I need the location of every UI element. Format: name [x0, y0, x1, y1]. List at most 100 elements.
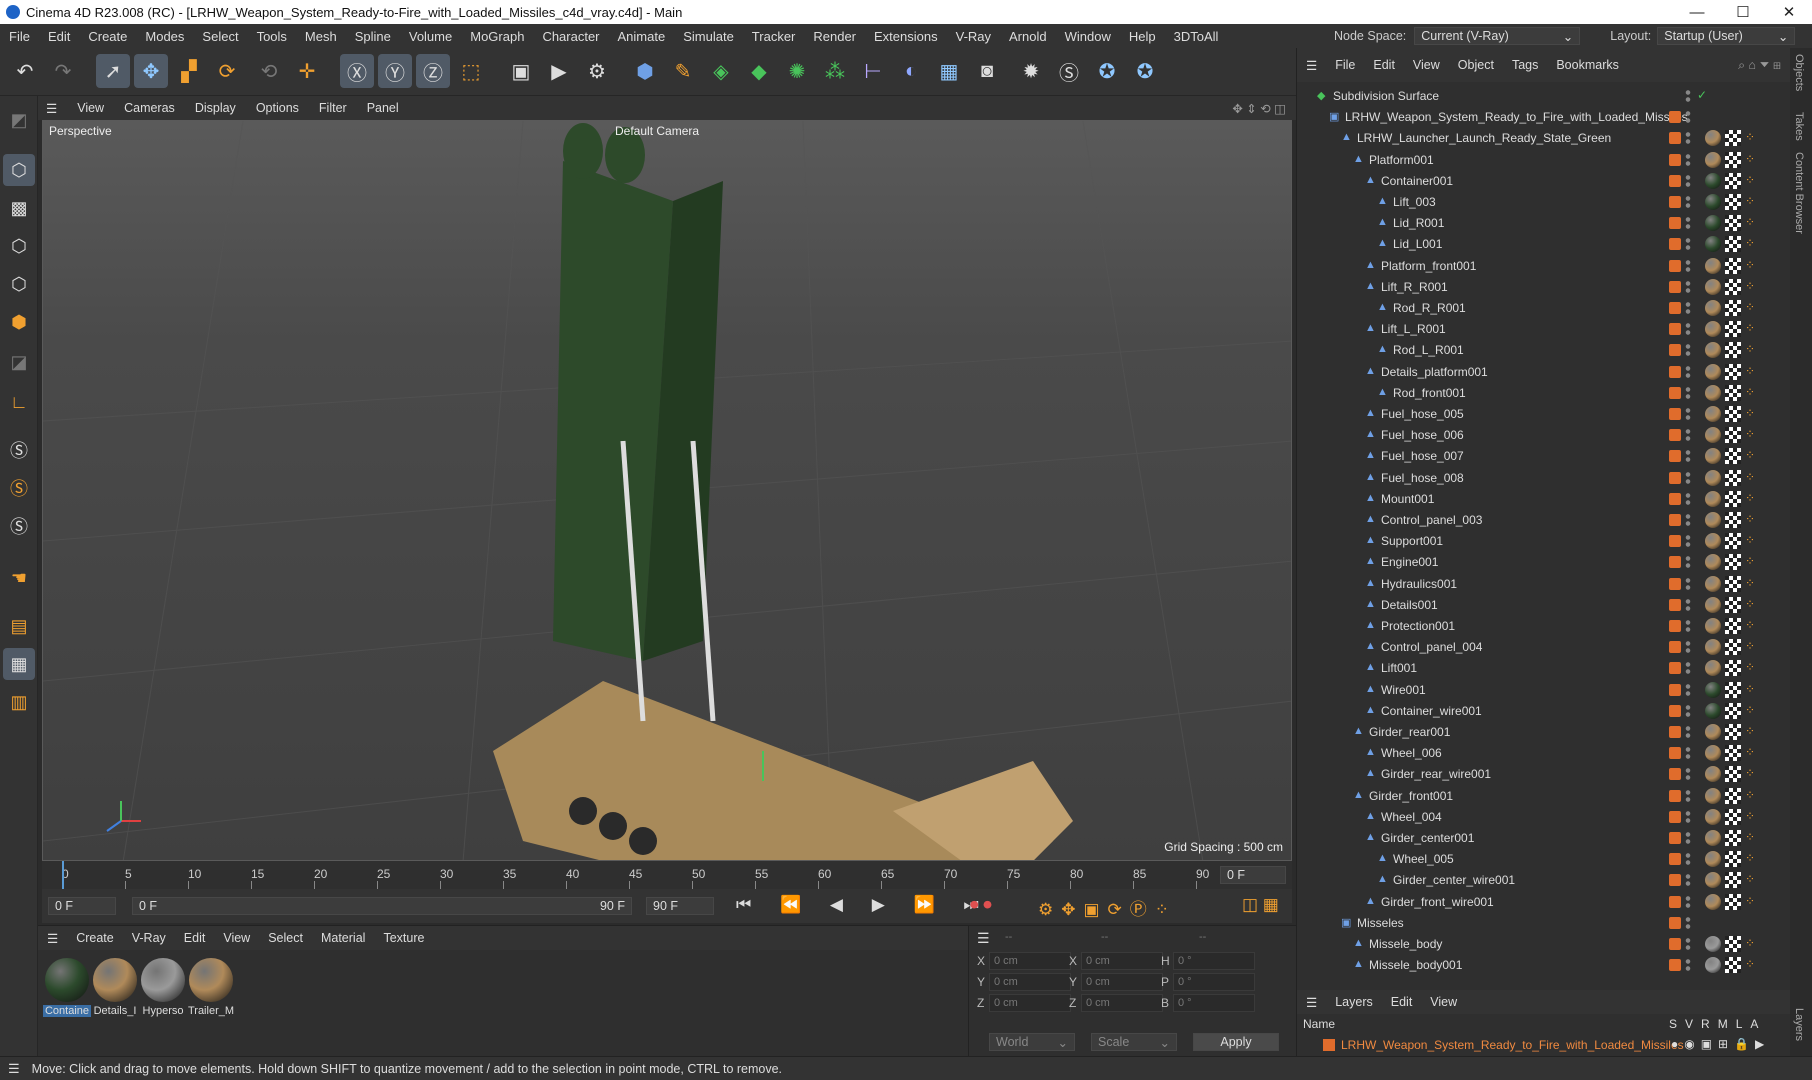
layer-color-tag[interactable]: [1669, 726, 1681, 738]
material-tag-icon[interactable]: [1705, 872, 1721, 889]
playback-buttons[interactable]: ⏮ ⏪ ◀ ▶ ⏩ ⏭: [736, 895, 991, 915]
visibility-dots[interactable]: [1685, 640, 1691, 655]
layer-color-tag[interactable]: [1669, 323, 1681, 336]
material-tag-icon[interactable]: [1705, 787, 1721, 804]
phong-tag-icon[interactable]: ⁘: [1745, 597, 1755, 611]
material-tag-icon[interactable]: [1705, 384, 1721, 401]
material-menu-material[interactable]: Material: [312, 931, 374, 945]
layer-color-tag[interactable]: [1669, 344, 1681, 357]
material-tag-icon[interactable]: [1705, 808, 1721, 825]
phong-tag-icon[interactable]: ⁘: [1745, 130, 1755, 144]
uvw-tag-icon[interactable]: [1725, 893, 1741, 910]
floor-icon[interactable]: ▦: [932, 54, 966, 88]
object-row[interactable]: ▲ Lift_L_R001 ⁘: [1297, 319, 1790, 340]
material-tag-icon[interactable]: [1705, 512, 1721, 528]
material-tag-icon[interactable]: [1705, 660, 1721, 677]
rail-tab-takes[interactable]: Takes: [1793, 112, 1805, 141]
material-tag-icon[interactable]: [1705, 893, 1721, 910]
visibility-dots[interactable]: [1685, 703, 1691, 718]
layer-color-tag[interactable]: [1669, 174, 1681, 187]
material-tag-icon[interactable]: [1705, 596, 1721, 613]
phong-tag-icon[interactable]: ⁘: [1745, 152, 1755, 166]
rail-tab-objects[interactable]: Objects: [1793, 54, 1805, 91]
viewport-menu-view[interactable]: View: [67, 101, 114, 115]
uvw-tag-icon[interactable]: [1725, 702, 1741, 719]
coord-value-field[interactable]: 0 cm: [989, 952, 1071, 970]
uvw-tag-icon[interactable]: [1725, 448, 1741, 465]
layer-menu-layers[interactable]: Layers: [1326, 995, 1382, 1009]
menu-extensions[interactable]: Extensions: [865, 29, 947, 44]
deformer-icon[interactable]: ⊢: [856, 54, 890, 88]
layer-color-tag[interactable]: [1669, 704, 1681, 717]
rail-tab-content-browser[interactable]: Content Browser: [1793, 152, 1805, 234]
object-row[interactable]: ▲ Protection001 ⁘: [1297, 616, 1790, 637]
phong-tag-icon[interactable]: ⁘: [1745, 894, 1755, 908]
material-menu-texture[interactable]: Texture: [374, 931, 433, 945]
phong-tag-icon[interactable]: ⁘: [1745, 809, 1755, 823]
select-tool-icon[interactable]: ➚: [96, 54, 130, 88]
object-menu-bookmarks[interactable]: Bookmarks: [1547, 58, 1628, 72]
end-frame-field[interactable]: 90 F: [646, 897, 714, 915]
uvw-tag-icon[interactable]: [1725, 618, 1741, 634]
menu-render[interactable]: Render: [804, 29, 865, 44]
material-tag-icon[interactable]: [1705, 702, 1721, 719]
status-hamburger-icon[interactable]: ☰: [0, 1061, 32, 1077]
phong-tag-icon[interactable]: ⁘: [1745, 406, 1755, 420]
uvw-tag-icon[interactable]: [1725, 236, 1741, 253]
uvw-tag-icon[interactable]: [1725, 151, 1741, 168]
visibility-dots[interactable]: [1685, 809, 1691, 824]
material-swatch[interactable]: Hyperso: [138, 958, 188, 1017]
coord-value-field[interactable]: 0 °: [1173, 952, 1255, 970]
coord-value-field[interactable]: 0 cm: [989, 994, 1071, 1012]
workplane-align-icon[interactable]: ▥: [3, 686, 35, 718]
menu-animate[interactable]: Animate: [609, 29, 675, 44]
uvw-tag-icon[interactable]: [1725, 554, 1741, 571]
object-row[interactable]: ▲ Fuel_hose_007 ⁘: [1297, 446, 1790, 467]
visibility-dots[interactable]: [1685, 958, 1691, 973]
layer-menu-view[interactable]: View: [1421, 995, 1466, 1009]
visibility-dots[interactable]: [1685, 915, 1691, 930]
phong-tag-icon[interactable]: ⁘: [1745, 364, 1755, 378]
object-row[interactable]: ▲ Lift_R_R001 ⁘: [1297, 277, 1790, 298]
object-row[interactable]: ▲ Rod_L_R001 ⁘: [1297, 340, 1790, 361]
object-row[interactable]: ▲ LRHW_Launcher_Launch_Ready_State_Green ⁘: [1297, 128, 1790, 149]
phong-tag-icon[interactable]: ⁘: [1745, 300, 1755, 314]
object-row[interactable]: ▲ Rod_R_R001 ⁘: [1297, 298, 1790, 319]
visibility-dots[interactable]: [1685, 470, 1691, 485]
layer-color-tag[interactable]: [1669, 789, 1681, 802]
layer-color-tag[interactable]: [1669, 895, 1681, 908]
uvw-tag-icon[interactable]: [1725, 215, 1741, 232]
layer-color-tag[interactable]: [1669, 386, 1681, 399]
uvw-tag-icon[interactable]: [1725, 363, 1741, 380]
visibility-dots[interactable]: [1685, 131, 1691, 146]
material-tag-icon[interactable]: [1705, 215, 1721, 232]
object-row[interactable]: ▲ Lid_L001 ⁘: [1297, 234, 1790, 255]
visibility-dots[interactable]: [1685, 449, 1691, 464]
phong-tag-icon[interactable]: ⁘: [1745, 576, 1755, 590]
material-tag-icon[interactable]: [1705, 766, 1721, 783]
vray-icon[interactable]: Ⓢ: [1052, 54, 1086, 88]
record-icon[interactable]: ⏺ ⏺: [970, 895, 992, 915]
object-search-icon[interactable]: ⌕ ⌂ ⏷ ⊞: [1729, 58, 1790, 73]
object-row[interactable]: ▲ Fuel_hose_005 ⁘: [1297, 404, 1790, 425]
uvw-tag-icon[interactable]: [1725, 257, 1741, 274]
phong-tag-icon[interactable]: ⁘: [1745, 385, 1755, 399]
material-tag-icon[interactable]: [1705, 469, 1721, 486]
phong-tag-icon[interactable]: ⁘: [1745, 236, 1755, 250]
phong-tag-icon[interactable]: ⁘: [1745, 724, 1755, 738]
phong-tag-icon[interactable]: ⁘: [1745, 682, 1755, 696]
visibility-dots[interactable]: [1685, 661, 1691, 676]
visibility-dots[interactable]: [1685, 576, 1691, 591]
visibility-dots[interactable]: [1685, 788, 1691, 803]
z-axis-lock-icon[interactable]: Ⓩ: [416, 54, 450, 88]
uvw-tag-icon[interactable]: [1725, 596, 1741, 613]
layer-color-tag[interactable]: [1669, 853, 1681, 866]
visibility-dots[interactable]: [1685, 322, 1691, 337]
render-picture-viewer-icon[interactable]: ▶: [542, 54, 576, 88]
phong-tag-icon[interactable]: ⁘: [1745, 342, 1755, 356]
phong-tag-icon[interactable]: ⁘: [1745, 427, 1755, 441]
layer-toggle-icons[interactable]: ●◉▣⊞🔒▶: [1671, 1037, 1770, 1051]
axis-mode-icon[interactable]: ∟: [3, 386, 35, 418]
close-button[interactable]: ✕: [1766, 3, 1812, 21]
material-swatch[interactable]: Trailer_M: [186, 958, 236, 1017]
